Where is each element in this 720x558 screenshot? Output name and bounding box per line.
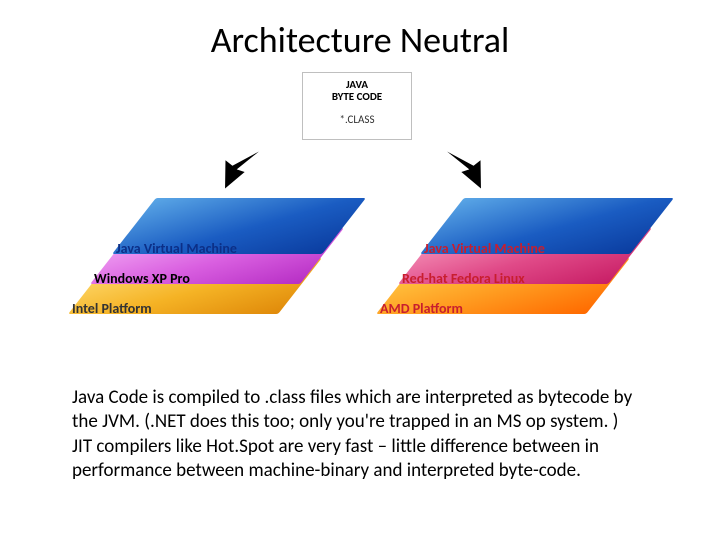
slide-title: Architecture Neutral — [0, 18, 720, 62]
arrow-to-right-stack — [431, 137, 497, 203]
left-os-label: Windows XP Pro — [94, 270, 190, 287]
right-stack: Java Virtual Machine Red-hat Fedora Linu… — [398, 198, 638, 328]
bytecode-ext: *.CLASS — [303, 113, 411, 126]
right-os-label: Red-hat Fedora Linux — [402, 270, 525, 287]
left-jvm-label: Java Virtual Machine — [116, 240, 237, 257]
left-hw-label: Intel Platform — [72, 300, 152, 317]
left-stack: Java Virtual Machine Windows XP Pro Inte… — [90, 198, 330, 328]
bytecode-box: JAVA BYTE CODE *.CLASS — [302, 72, 412, 140]
right-hw-label: AMD Platform — [380, 300, 463, 317]
body-paragraph: Java Code is compiled to .class files wh… — [72, 386, 662, 483]
arrow-to-left-stack — [209, 137, 275, 203]
right-jvm-label: Java Virtual Machine — [424, 240, 545, 257]
bytecode-line2: BYTE CODE — [303, 91, 411, 103]
right-jvm-layer: Java Virtual Machine — [442, 198, 652, 254]
left-jvm-layer: Java Virtual Machine — [134, 198, 344, 254]
architecture-diagram: JAVA BYTE CODE *.CLASS Java Virtual Mach… — [0, 62, 720, 342]
